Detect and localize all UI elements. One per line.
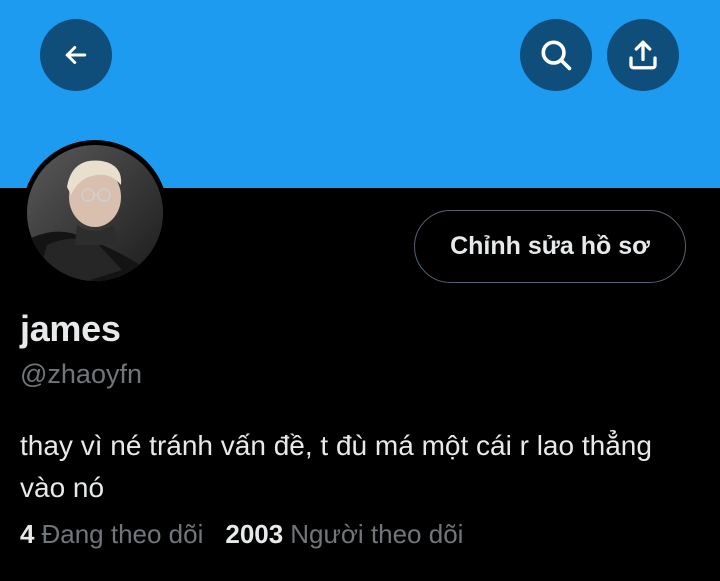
search-button[interactable] [520,19,592,91]
display-name: james [20,308,121,349]
followers-count: 2003 [225,519,284,549]
avatar[interactable] [27,145,163,281]
following-link[interactable]: 4 Đang theo dõi [20,519,203,550]
followers-link[interactable]: 2003 Người theo dõi [225,519,463,550]
profile-bio: thay vì né tránh vấn đề, t đù má một cái… [20,430,652,503]
arrow-left-icon [61,40,91,70]
following-count: 4 [20,519,35,549]
followers-label: Người theo dõi [290,519,464,549]
edit-profile-label: Chỉnh sửa hồ sơ [450,232,650,260]
following-label: Đang theo dõi [41,519,204,549]
share-upload-icon [625,37,661,73]
edit-profile-button[interactable]: Chỉnh sửa hồ sơ [414,210,686,283]
search-icon [537,36,575,74]
share-button[interactable] [607,19,679,91]
back-button[interactable] [40,19,112,91]
username-handle: @zhaoyfn [20,359,142,389]
profile-photo [27,145,163,281]
follow-stats: 4 Đang theo dõi 2003 Người theo dõi [20,519,463,550]
